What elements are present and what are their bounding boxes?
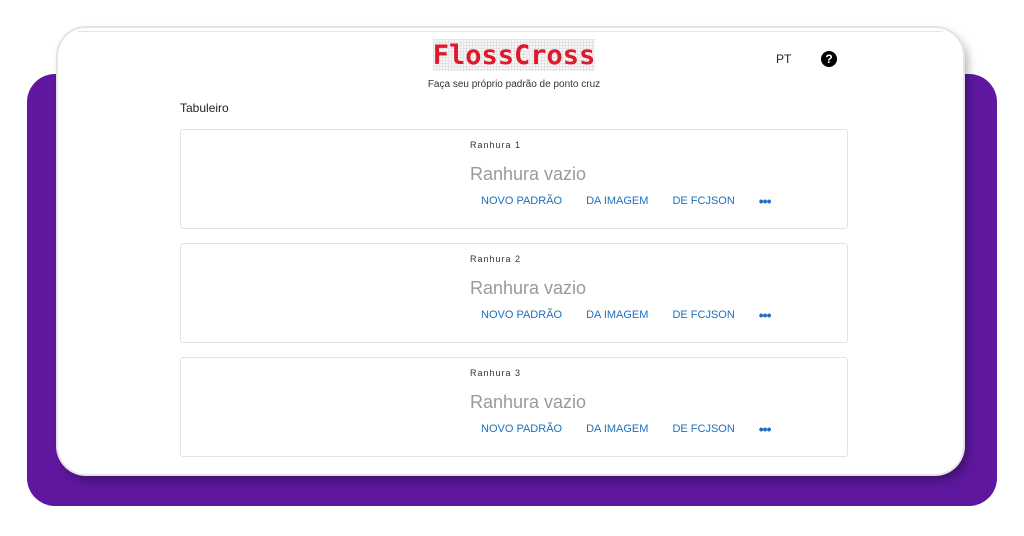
from-image-button[interactable]: DA IMAGEM — [574, 195, 660, 207]
slot-empty-status: Ranhura vazio — [470, 278, 587, 298]
slot-card-3: Ranhura 3 Ranhura vazio NOVO PADRÃO DA I… — [180, 357, 848, 457]
from-fcjson-button[interactable]: DE FCJSON — [660, 423, 746, 435]
language-selector[interactable]: PT — [776, 52, 791, 66]
new-pattern-button[interactable]: NOVO PADRÃO — [470, 309, 574, 321]
new-pattern-button[interactable]: NOVO PADRÃO — [470, 195, 574, 207]
slot-label: Ranhura 1 — [470, 140, 522, 150]
new-pattern-button[interactable]: NOVO PADRÃO — [470, 423, 574, 435]
more-options-icon[interactable]: ••• — [747, 194, 772, 208]
slot-label: Ranhura 2 — [470, 254, 522, 264]
logo: FlossCross — [433, 39, 595, 71]
more-options-icon[interactable]: ••• — [747, 308, 772, 322]
from-fcjson-button[interactable]: DE FCJSON — [660, 195, 746, 207]
from-image-button[interactable]: DA IMAGEM — [574, 423, 660, 435]
from-fcjson-button[interactable]: DE FCJSON — [660, 309, 746, 321]
tagline: Faça seu próprio padrão de ponto cruz — [427, 79, 601, 90]
slot-label: Ranhura 3 — [470, 368, 522, 378]
slot-card-2: Ranhura 2 Ranhura vazio NOVO PADRÃO DA I… — [180, 243, 848, 343]
app-window: FlossCross Faça seu próprio padrão de po… — [58, 28, 963, 474]
from-image-button[interactable]: DA IMAGEM — [574, 309, 660, 321]
slot-actions: NOVO PADRÃO DA IMAGEM DE FCJSON ••• — [470, 308, 772, 322]
slot-actions: NOVO PADRÃO DA IMAGEM DE FCJSON ••• — [470, 422, 772, 436]
slot-empty-status: Ranhura vazio — [470, 164, 587, 184]
logo-text: FlossCross — [432, 39, 596, 71]
top-divider — [78, 31, 943, 32]
board-title: Tabuleiro — [180, 101, 229, 115]
slot-empty-status: Ranhura vazio — [470, 392, 587, 412]
more-options-icon[interactable]: ••• — [747, 422, 772, 436]
slot-card-1: Ranhura 1 Ranhura vazio NOVO PADRÃO DA I… — [180, 129, 848, 229]
slot-actions: NOVO PADRÃO DA IMAGEM DE FCJSON ••• — [470, 194, 772, 208]
help-icon[interactable]: ? — [821, 51, 837, 67]
